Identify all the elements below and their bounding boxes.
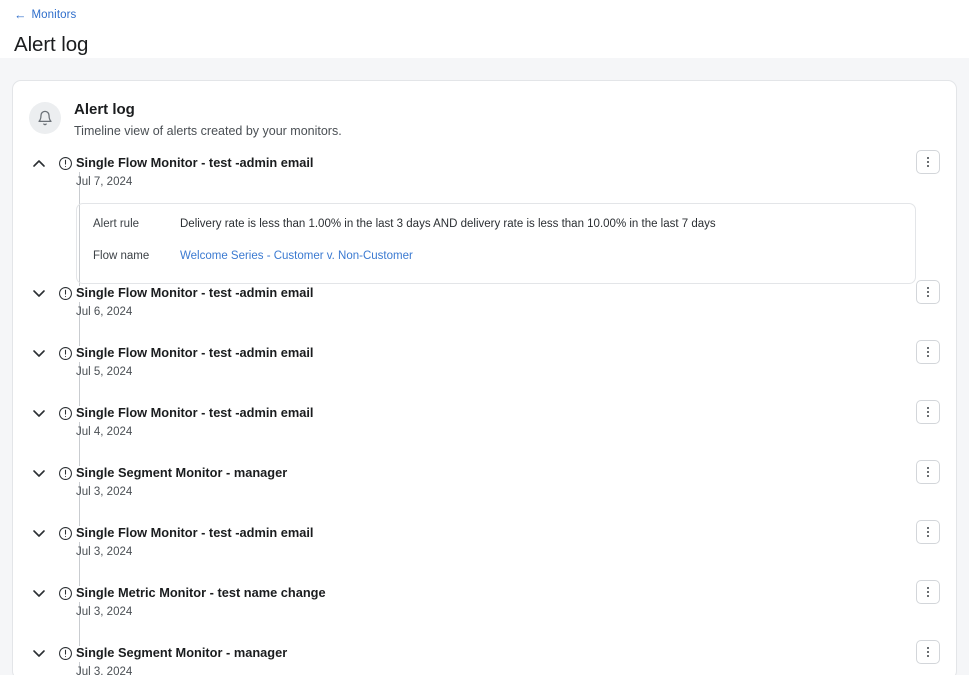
kebab-menu-icon[interactable] <box>916 400 940 424</box>
alert-detail-panel: Alert ruleDelivery rate is less than 1.0… <box>76 203 916 284</box>
kebab-menu-icon[interactable] <box>916 150 940 174</box>
alert-timeline-item: Single Segment Monitor - manager Jul 3, 2… <box>29 464 956 524</box>
chevron-down-icon[interactable] <box>29 464 49 482</box>
alert-title: Single Segment Monitor - manager <box>76 644 916 661</box>
card-subheading: Timeline view of alerts created by your … <box>74 123 342 139</box>
card-heading: Alert log <box>74 100 342 119</box>
alert-timeline-item: Single Flow Monitor - test -admin email J… <box>29 404 956 464</box>
kebab-dots <box>927 587 929 598</box>
alert-date: Jul 3, 2024 <box>76 605 916 620</box>
alert-title: Single Metric Monitor - test name change <box>76 584 916 601</box>
page-header: ← Monitors Alert log <box>0 0 969 58</box>
alert-circle-icon <box>57 465 73 481</box>
chevron-down-icon[interactable] <box>29 524 49 542</box>
alert-timeline-item: Single Flow Monitor - test -admin email J… <box>29 284 956 344</box>
breadcrumb-label: Monitors <box>32 8 77 22</box>
alert-log-card: Alert log Timeline view of alerts create… <box>12 80 957 675</box>
page-body: Alert log Timeline view of alerts create… <box>0 58 969 675</box>
kebab-dots <box>927 157 929 168</box>
kebab-menu-icon[interactable] <box>916 340 940 364</box>
breadcrumb-monitors-link[interactable]: ← Monitors <box>14 8 76 22</box>
alert-timeline-item: Single Flow Monitor - test -admin email J… <box>29 154 956 284</box>
detail-row: Flow nameWelcome Series - Customer v. No… <box>93 249 899 269</box>
alert-timeline-item: Single Flow Monitor - test -admin email J… <box>29 344 956 404</box>
chevron-down-icon[interactable] <box>29 344 49 362</box>
arrow-left-icon: ← <box>14 9 27 21</box>
alert-timeline-item: Single Segment Monitor - manager Jul 3, 2… <box>29 644 956 675</box>
alert-title: Single Segment Monitor - manager <box>76 464 916 481</box>
alert-title: Single Flow Monitor - test -admin email <box>76 404 916 421</box>
alert-date: Jul 3, 2024 <box>76 485 916 500</box>
detail-label: Alert rule <box>93 217 180 232</box>
kebab-dots <box>927 407 929 418</box>
alert-circle-icon <box>57 405 73 421</box>
detail-label: Flow name <box>93 249 180 264</box>
kebab-dots <box>927 467 929 478</box>
chevron-down-icon[interactable] <box>29 584 49 602</box>
alert-circle-icon <box>57 525 73 541</box>
alert-title: Single Flow Monitor - test -admin email <box>76 154 916 171</box>
alert-date: Jul 3, 2024 <box>76 665 916 675</box>
alert-timeline-item: Single Metric Monitor - test name change… <box>29 584 956 644</box>
alert-title: Single Flow Monitor - test -admin email <box>76 524 916 541</box>
detail-row: Alert ruleDelivery rate is less than 1.0… <box>93 217 899 237</box>
alert-circle-icon <box>57 155 73 171</box>
alert-date: Jul 6, 2024 <box>76 305 916 320</box>
kebab-menu-icon[interactable] <box>916 580 940 604</box>
detail-value[interactable]: Welcome Series - Customer v. Non-Custome… <box>180 249 413 264</box>
alert-circle-icon <box>57 285 73 301</box>
alert-timeline: Single Flow Monitor - test -admin email J… <box>13 154 956 675</box>
chevron-up-icon[interactable] <box>29 154 49 172</box>
kebab-menu-icon[interactable] <box>916 280 940 304</box>
alert-title: Single Flow Monitor - test -admin email <box>76 284 916 301</box>
alert-date: Jul 7, 2024 <box>76 175 916 190</box>
kebab-menu-icon[interactable] <box>916 520 940 544</box>
bell-icon <box>29 102 61 134</box>
alert-circle-icon <box>57 585 73 601</box>
page-title: Alert log <box>14 33 969 57</box>
alert-circle-icon <box>57 345 73 361</box>
kebab-menu-icon[interactable] <box>916 640 940 664</box>
alert-date: Jul 5, 2024 <box>76 365 916 380</box>
alert-title: Single Flow Monitor - test -admin email <box>76 344 916 361</box>
chevron-down-icon[interactable] <box>29 404 49 422</box>
kebab-dots <box>927 287 929 298</box>
alert-date: Jul 4, 2024 <box>76 425 916 440</box>
alert-date: Jul 3, 2024 <box>76 545 916 560</box>
kebab-dots <box>927 647 929 658</box>
chevron-down-icon[interactable] <box>29 644 49 662</box>
kebab-dots <box>927 527 929 538</box>
detail-value: Delivery rate is less than 1.00% in the … <box>180 217 716 232</box>
alert-circle-icon <box>57 645 73 661</box>
kebab-menu-icon[interactable] <box>916 460 940 484</box>
alert-timeline-item: Single Flow Monitor - test -admin email J… <box>29 524 956 584</box>
chevron-down-icon[interactable] <box>29 284 49 302</box>
kebab-dots <box>927 347 929 358</box>
card-header: Alert log Timeline view of alerts create… <box>13 81 956 139</box>
